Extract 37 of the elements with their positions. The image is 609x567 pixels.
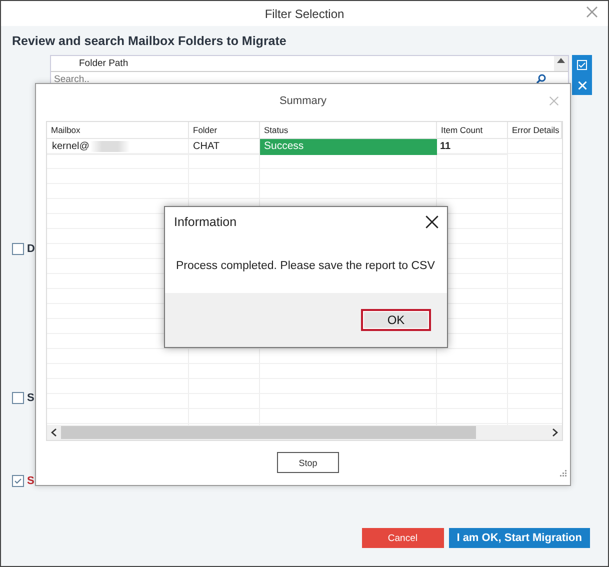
dialog-message: Process completed. Please save the report to CSV [176,260,435,272]
section-heading: Review and search Mailbox Folders to Migrate [12,34,286,48]
option-label: S [27,475,34,487]
column-header: Mailbox [47,122,189,139]
caret-up-icon [556,56,566,64]
window-title: Filter Selection [264,6,344,20]
ok-button[interactable]: OK [361,309,431,331]
dialog-title: Summary [279,95,327,107]
scroll-left-icon[interactable] [51,428,57,437]
dialog-title: Information [174,215,237,229]
check-icon [14,477,22,485]
checkbox[interactable] [12,475,24,487]
start-migration-button[interactable]: I am OK, Start Migration [448,528,590,548]
search-icon[interactable] [536,74,546,84]
column-header: Folder Path [78,57,128,71]
close-icon [578,80,586,90]
checkbox[interactable] [12,243,24,255]
status-cell: Success [260,139,437,155]
close-icon [549,96,559,106]
close-icon [425,215,439,229]
table-cell: 11 [437,139,508,155]
option-label: S [27,392,34,404]
column-header: Error Details [508,122,562,139]
cancel-button[interactable]: Cancel [362,528,444,548]
scroll-up-button[interactable] [554,56,568,71]
checkbox[interactable] [12,392,24,404]
scroll-right-icon[interactable] [552,428,558,437]
close-button[interactable] [425,215,439,229]
column-header: Item Count [437,122,508,139]
column-header: Folder [189,122,260,139]
option-label: D [27,243,35,255]
close-icon [586,6,598,18]
stop-button[interactable]: Stop [277,452,339,473]
resize-grip-icon[interactable] [560,470,567,477]
table-cell: kernel@ [47,139,189,155]
checkbox-icon [577,60,587,70]
horizontal-scrollbar[interactable] [47,425,562,440]
